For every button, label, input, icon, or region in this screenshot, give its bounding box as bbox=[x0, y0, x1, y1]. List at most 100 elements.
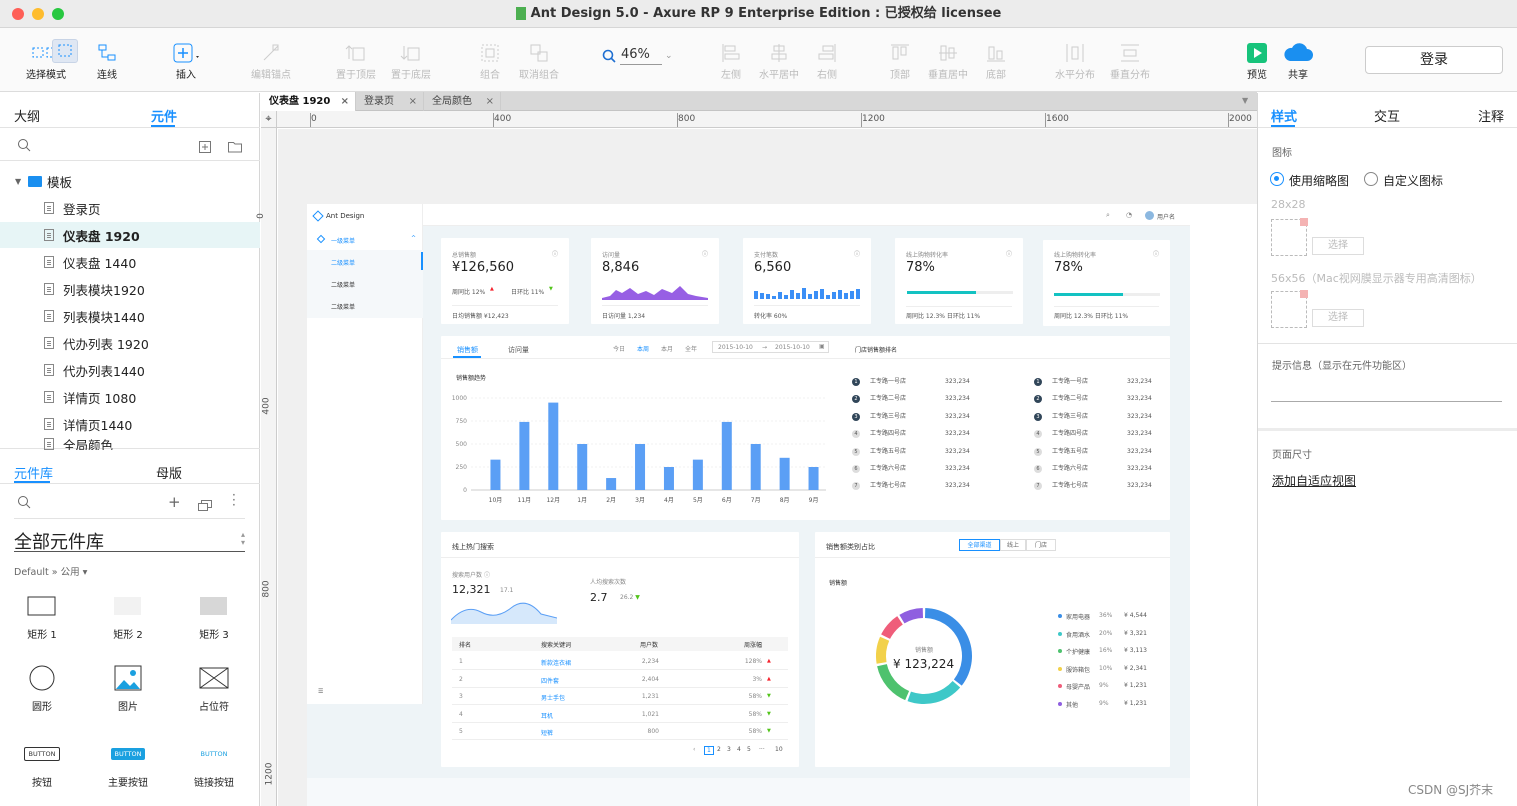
radio-custom[interactable] bbox=[1364, 172, 1378, 186]
doc-tab-dashboard1920[interactable]: 仪表盘 1920 × bbox=[261, 92, 356, 111]
x-tick-label: 1月 bbox=[577, 497, 587, 504]
close-window-button[interactable] bbox=[12, 8, 24, 20]
tab-masters[interactable]: 母版 bbox=[156, 463, 182, 482]
page-number[interactable]: 10 bbox=[775, 746, 783, 753]
add-folder-icon[interactable] bbox=[228, 138, 242, 157]
table-cell-keyword[interactable]: 新款连衣裙 bbox=[541, 658, 571, 667]
close-tab-icon[interactable]: × bbox=[486, 92, 494, 111]
doc-tab-colors[interactable]: 全局颜色 × bbox=[424, 92, 501, 111]
tab-style[interactable]: 样式 bbox=[1271, 106, 1297, 125]
pages-search-icon[interactable] bbox=[17, 137, 31, 156]
adaptive-view-link[interactable]: 添加自适应视图 bbox=[1272, 472, 1356, 489]
widget-item[interactable]: 矩形 1 bbox=[12, 592, 72, 641]
widget-item[interactable]: BUTTON 按钮 bbox=[12, 740, 72, 789]
page-item[interactable]: 详情页 1080 bbox=[0, 384, 260, 410]
bar bbox=[548, 402, 559, 490]
page-number[interactable]: 5 bbox=[747, 746, 751, 753]
distribute-h-tool[interactable]: 水平分布 bbox=[1045, 40, 1105, 81]
page-number[interactable]: ··· bbox=[759, 746, 765, 753]
close-tab-icon[interactable]: × bbox=[341, 92, 349, 111]
table-cell-keyword[interactable]: 耳机 bbox=[541, 711, 553, 720]
page-item[interactable]: 列表模块1920 bbox=[0, 276, 260, 302]
period-option[interactable]: 本周 bbox=[637, 344, 649, 353]
opt-thumbnail: 使用缩略图 bbox=[1289, 174, 1350, 188]
folder-templates[interactable]: ▼ 模板 bbox=[0, 168, 260, 194]
page-item[interactable]: 列表模块1440 bbox=[0, 303, 260, 329]
tab-list-caret-icon[interactable]: ▼ bbox=[1242, 96, 1248, 105]
bring-front-tool[interactable]: 置于顶层 bbox=[326, 40, 386, 81]
zoom-control[interactable]: 46% ⌄ bbox=[600, 47, 676, 67]
more-menu-icon[interactable]: · · · bbox=[232, 489, 236, 511]
page-item[interactable]: 登录页 bbox=[0, 195, 260, 221]
widget-item[interactable]: 矩形 2 bbox=[98, 592, 158, 641]
db-search-icon: ⌕ bbox=[1106, 211, 1110, 219]
send-back-tool[interactable]: 置于底层 bbox=[381, 40, 441, 81]
edit-anchor-tool[interactable]: 编辑锚点 bbox=[241, 40, 301, 81]
page-item[interactable]: 仪表盘 1440 bbox=[0, 249, 260, 275]
library-select[interactable]: 全部元件库 ▴ ▾ bbox=[14, 528, 245, 553]
table-cell-keyword[interactable]: 短裤 bbox=[541, 728, 553, 737]
table-cell-keyword[interactable]: 男士手包 bbox=[541, 693, 565, 702]
widget-item[interactable]: BUTTON 主要按钮 bbox=[98, 740, 158, 789]
period-option[interactable]: 今日 bbox=[613, 344, 625, 353]
distribute-v-tool[interactable]: 垂直分布 bbox=[1100, 40, 1160, 81]
rank-number: 7 bbox=[852, 482, 860, 491]
tab-outline[interactable]: 大纲 bbox=[14, 106, 40, 125]
add-page-icon[interactable] bbox=[199, 138, 211, 157]
login-button[interactable]: 登录 bbox=[1365, 46, 1503, 74]
kpi-week-compare: 周同比 12% bbox=[452, 289, 486, 296]
widget-item[interactable]: 图片 bbox=[98, 664, 158, 713]
ungroup-tool[interactable]: 取消组合 bbox=[509, 40, 569, 81]
period-option[interactable]: 本月 bbox=[661, 344, 673, 353]
align-bottom-tool[interactable]: 底部 bbox=[966, 40, 1026, 81]
period-option[interactable]: 全年 bbox=[685, 344, 697, 353]
add-library-icon[interactable]: + bbox=[168, 493, 181, 511]
page-label: 列表模块1440 bbox=[63, 309, 145, 325]
category-tab[interactable]: 门店 bbox=[1026, 539, 1056, 551]
prev-page-icon[interactable]: ‹ bbox=[693, 746, 695, 753]
select-28-button[interactable]: 选择 bbox=[1312, 237, 1364, 255]
rank-value: 323,234 bbox=[1127, 378, 1152, 385]
tab-interact[interactable]: 交互 bbox=[1374, 106, 1400, 125]
tab-widgets[interactable]: 元件 bbox=[151, 106, 177, 125]
icon28-placeholder[interactable] bbox=[1271, 218, 1308, 256]
kpi-footer: 周同比 12.3% 日环比 11% bbox=[906, 313, 981, 320]
widget-item[interactable]: 圆形 bbox=[12, 664, 72, 713]
zoom-window-button[interactable] bbox=[52, 8, 64, 20]
page-item[interactable]: 详情页1440 bbox=[0, 411, 260, 437]
select-contained-button[interactable] bbox=[52, 39, 78, 63]
page-item[interactable]: 代办列表1440 bbox=[0, 357, 260, 383]
align-right-tool[interactable]: 右侧 bbox=[797, 40, 857, 81]
doc-tab-login[interactable]: 登录页 × bbox=[356, 92, 424, 111]
db-logo-text: Ant Design bbox=[326, 212, 365, 220]
library-path[interactable]: Default » 公用 ▾ bbox=[14, 564, 87, 578]
page-item[interactable]: 全局颜色 bbox=[0, 438, 260, 450]
page-number[interactable]: 3 bbox=[727, 746, 731, 753]
page-item[interactable]: 代办列表 1920 bbox=[0, 330, 260, 356]
library-search-icon[interactable] bbox=[17, 494, 31, 513]
insert-tool[interactable]: 插入 bbox=[156, 40, 216, 81]
tab-notes[interactable]: 注释 bbox=[1478, 106, 1504, 125]
share-button[interactable]: 共享 bbox=[1268, 40, 1328, 81]
page-number[interactable]: 1 bbox=[704, 746, 714, 755]
category-tab[interactable]: 线上 bbox=[1000, 539, 1026, 551]
close-tab-icon[interactable]: × bbox=[409, 92, 417, 111]
radio-thumbnail[interactable] bbox=[1270, 172, 1284, 186]
page-number[interactable]: 4 bbox=[737, 746, 741, 753]
widget-item[interactable]: 矩形 3 bbox=[184, 592, 244, 641]
widget-item[interactable]: 占位符 bbox=[184, 664, 244, 713]
select-56-button[interactable]: 选择 bbox=[1312, 309, 1364, 327]
icon56-placeholder[interactable] bbox=[1271, 290, 1308, 328]
table-cell-keyword[interactable]: 四件套 bbox=[541, 676, 559, 685]
library-copy-icon[interactable] bbox=[198, 496, 212, 515]
page-item[interactable]: 仪表盘 1920 bbox=[0, 222, 260, 248]
connect-tool[interactable]: 连线 bbox=[77, 40, 137, 81]
send-back-icon bbox=[381, 40, 441, 66]
tab-library[interactable]: 元件库 bbox=[14, 463, 53, 482]
page-number[interactable]: 2 bbox=[717, 746, 721, 753]
category-tab[interactable]: 全部渠道 bbox=[959, 539, 1000, 551]
minimize-window-button[interactable] bbox=[32, 8, 44, 20]
tip-input[interactable] bbox=[1271, 380, 1502, 402]
widget-item[interactable]: BUTTON 链接按钮 bbox=[184, 740, 244, 789]
h-ruler-label: 1600 bbox=[1046, 114, 1069, 124]
